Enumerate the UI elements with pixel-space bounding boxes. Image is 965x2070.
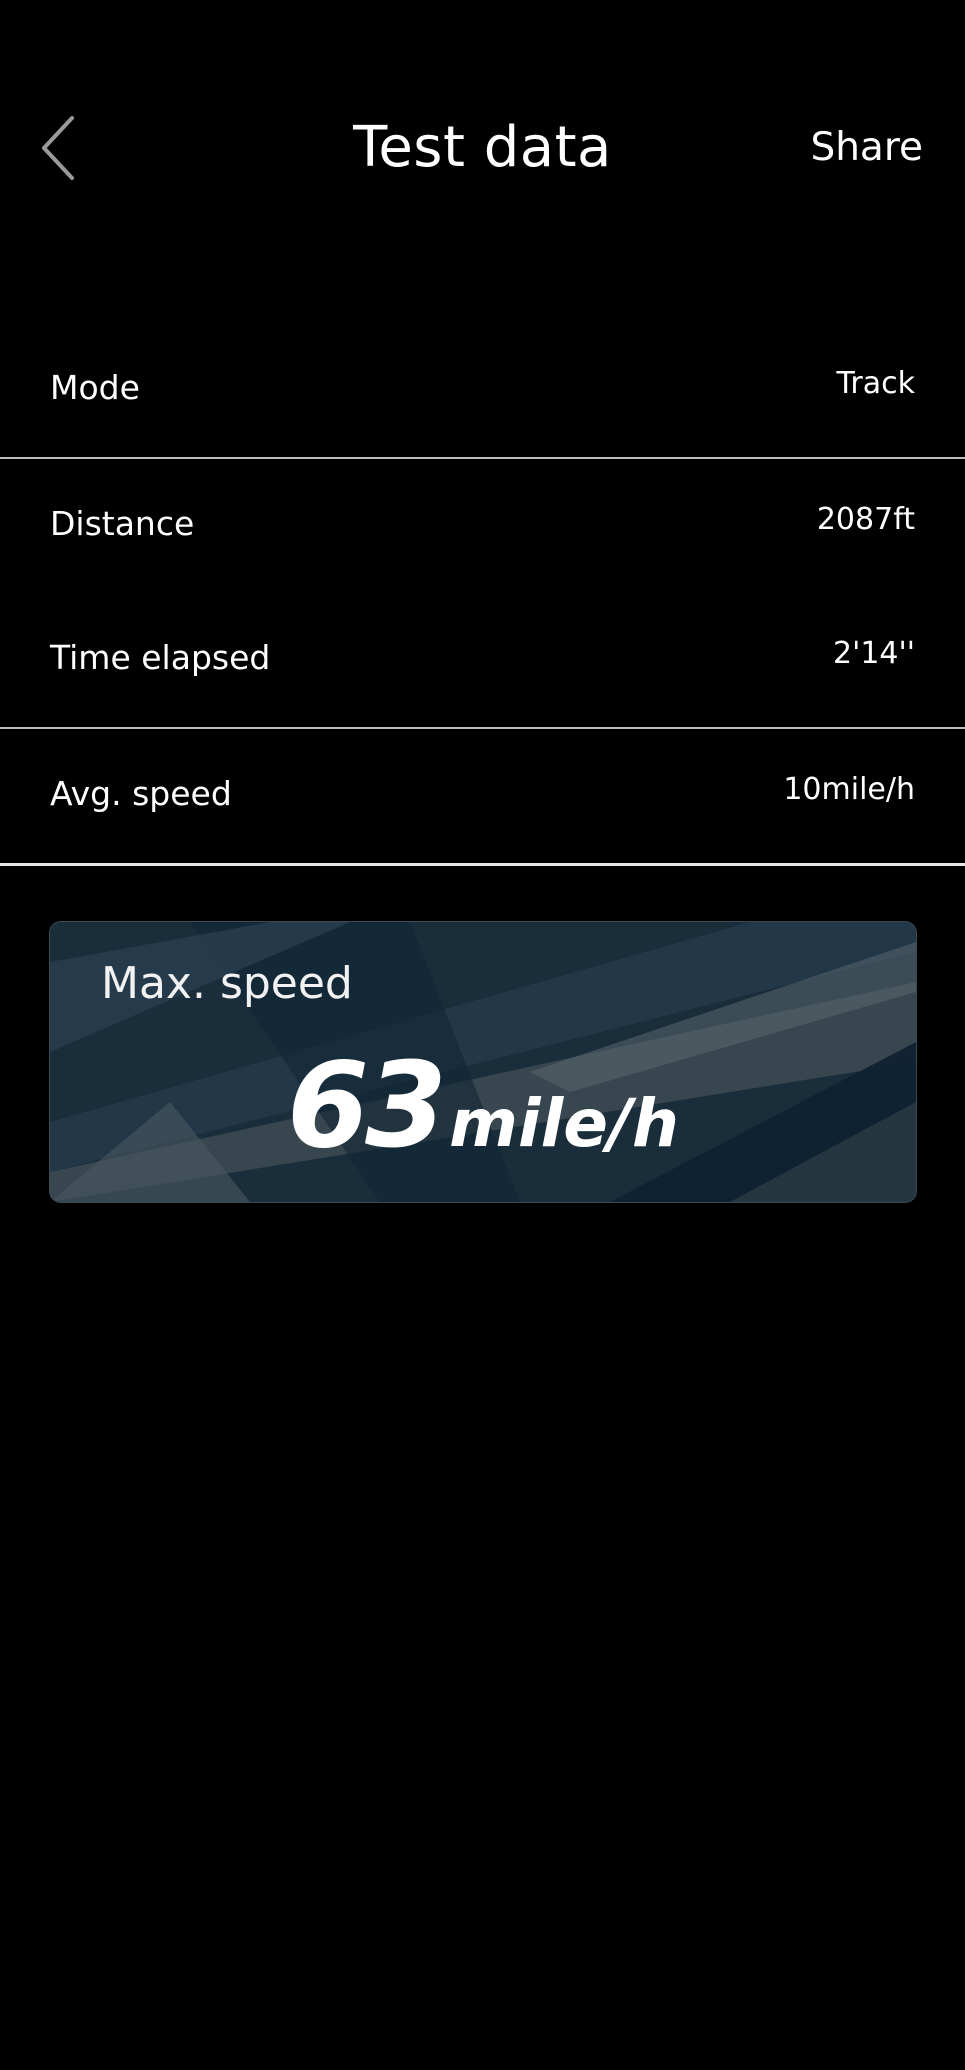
- list-item-mode: Mode Track: [0, 323, 965, 457]
- max-speed-card: Max. speed 63mile/h: [49, 921, 917, 1203]
- row-label: Avg. speed: [50, 774, 232, 813]
- list-item-avg-speed: Avg. speed 10mile/h: [0, 729, 965, 863]
- list-item-distance: Distance 2087ft: [0, 459, 965, 593]
- max-speed-unit: mile/h: [449, 1085, 680, 1162]
- row-label: Distance: [50, 504, 195, 543]
- row-value: 2087ft: [816, 502, 915, 537]
- row-label: Mode: [50, 368, 140, 407]
- row-value: 2'14'': [832, 636, 915, 671]
- divider: [0, 863, 965, 866]
- max-speed-number: 63: [286, 1036, 447, 1174]
- share-button[interactable]: Share: [810, 120, 923, 176]
- chevron-left-icon: [42, 116, 74, 180]
- row-label: Time elapsed: [50, 638, 271, 677]
- back-button[interactable]: [30, 108, 90, 188]
- row-value: 10mile/h: [783, 772, 915, 807]
- test-data-list: Mode Track Distance 2087ft Time elapsed …: [0, 323, 965, 866]
- top-app-bar: Test data Share: [0, 0, 965, 300]
- max-speed-label: Max. speed: [101, 958, 353, 1009]
- max-speed-value: 63mile/h: [50, 1040, 916, 1189]
- list-item-time-elapsed: Time elapsed 2'14'': [0, 593, 965, 727]
- row-value: Track: [836, 366, 915, 401]
